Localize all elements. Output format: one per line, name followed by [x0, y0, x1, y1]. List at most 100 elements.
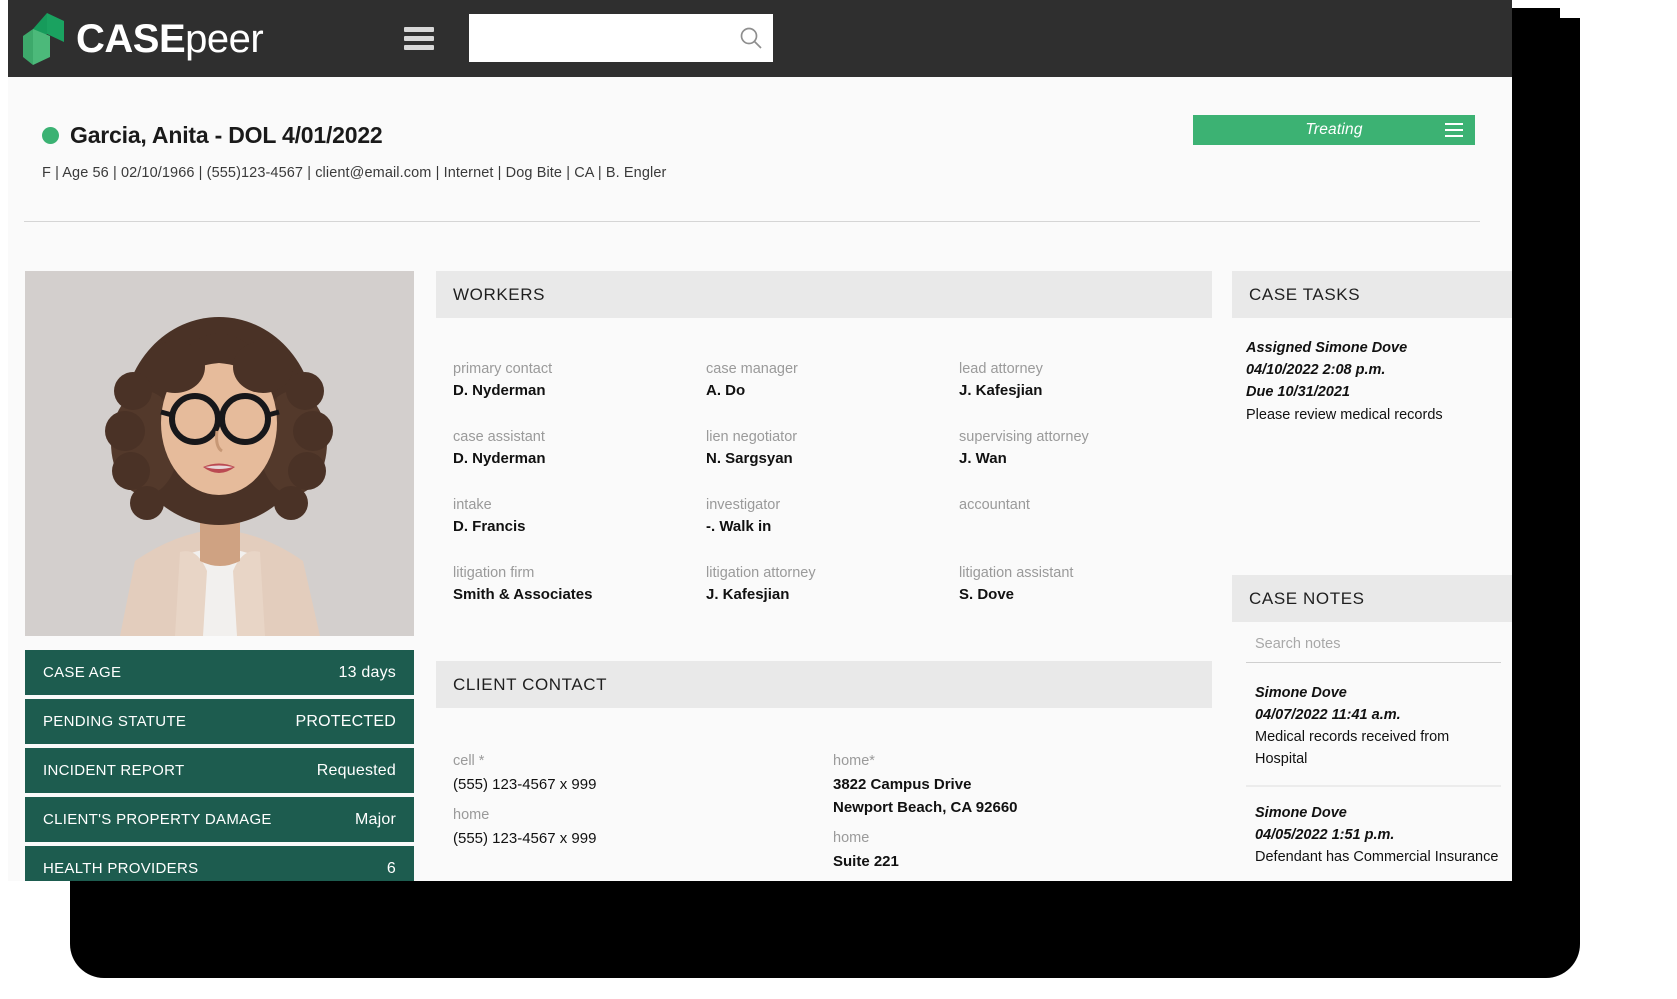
field-value: (555) 123-4567 x 999 — [453, 830, 597, 847]
search-input[interactable] — [469, 14, 729, 62]
field-label: cell * — [453, 753, 485, 769]
stat-row[interactable]: CASE AGE 13 days — [25, 650, 414, 695]
field-value: J. Wan — [959, 450, 1007, 467]
brand-name-bold: CASE — [76, 17, 186, 61]
workers-field-grid: primary contact D. Nyderman case manager… — [436, 358, 1212, 620]
page-title: Garcia, Anita - DOL 4/01/2022 — [70, 122, 383, 148]
field-value: J. Kafesjian — [959, 382, 1043, 399]
worker-field-lead-attorney: lead attorney J. Kafesjian — [959, 358, 1212, 402]
browser-window-mockup: CASEpeer Garcia, Anita - DOL 4/01/2022 F… — [0, 0, 1677, 999]
case-header: Garcia, Anita - DOL 4/01/2022 F | Age 56… — [8, 77, 1512, 222]
stat-value: PROTECTED — [295, 712, 396, 730]
stat-row[interactable]: HEALTH PROVIDERS 6 — [25, 846, 414, 881]
contact-left-column: cell * (555) 123-4567 x 999 home (555) 1… — [453, 750, 833, 881]
contact-field-home-suite: home Suite 221 — [833, 827, 1212, 873]
field-label: lead attorney — [959, 361, 1043, 377]
field-label: lien negotiator — [706, 429, 798, 445]
workers-panel: WORKERS primary contact D. Nyderman case… — [436, 271, 1212, 640]
case-notes-panel-header: CASE NOTES — [1232, 575, 1512, 622]
task-body: Please review medical records — [1246, 407, 1443, 423]
field-label: litigation assistant — [959, 565, 1074, 581]
worker-field-accountant: accountant — [959, 494, 1212, 538]
case-task-item[interactable]: Assigned Simone Dove 04/10/2022 2:08 p.m… — [1246, 337, 1501, 426]
field-value: A. Do — [706, 382, 746, 399]
case-stats-list: CASE AGE 13 days PENDING STATUTE PROTECT… — [25, 650, 414, 881]
client-contact-grid: cell * (555) 123-4567 x 999 home (555) 1… — [436, 750, 1212, 881]
field-value-line1: Suite 221 — [833, 853, 899, 870]
worker-field-primary-contact: primary contact D. Nyderman — [453, 358, 706, 402]
field-value: -. Walk in — [706, 518, 772, 535]
note-body: Medical records received from Hospital — [1255, 729, 1450, 767]
status-badge-label: Treating — [1305, 121, 1363, 138]
stat-value: Major — [354, 810, 396, 828]
field-value-line2: Newport Beach, CA 92660 — [833, 799, 1018, 816]
hamburger-menu-icon[interactable] — [404, 23, 434, 53]
stat-label: INCIDENT REPORT — [43, 762, 185, 779]
case-tasks-panel: CASE TASKS Assigned Simone Dove 04/10/20… — [1232, 271, 1512, 554]
panel-title: CASE TASKS — [1249, 284, 1361, 304]
brand-logo[interactable]: CASEpeer — [20, 12, 264, 66]
workers-panel-header: WORKERS — [436, 271, 1212, 318]
field-label: home — [833, 830, 870, 846]
field-value: Smith & Associates — [453, 586, 593, 603]
field-value: D. Nyderman — [453, 450, 546, 467]
worker-field-intake: intake D. Francis — [453, 494, 706, 538]
case-status-badge[interactable]: Treating — [1193, 115, 1475, 145]
stat-value: Requested — [316, 761, 396, 779]
stat-label: CASE AGE — [43, 664, 122, 681]
field-label: home — [453, 807, 490, 823]
brand-name: CASEpeer — [76, 12, 264, 66]
task-created: 04/10/2022 2:08 p.m. — [1246, 362, 1386, 378]
case-note-item[interactable]: Simone Dove 04/07/2022 11:41 a.m. Medica… — [1246, 682, 1501, 787]
search-icon[interactable] — [729, 14, 773, 62]
contact-field-home-phone: home (555) 123-4567 x 999 — [453, 804, 833, 850]
field-value: (555) 123-4567 x 999 — [453, 776, 597, 793]
casepeer-logo-icon — [23, 13, 64, 65]
brand-name-light: peer — [185, 17, 264, 61]
field-label: investigator — [706, 497, 781, 513]
global-search-box[interactable] — [469, 14, 773, 62]
case-status-dot-icon — [42, 127, 59, 144]
device-frame-side — [1510, 8, 1560, 888]
right-column: CASE TASKS Assigned Simone Dove 04/10/20… — [1232, 271, 1512, 881]
field-value: D. Nyderman — [453, 382, 546, 399]
panel-title: CASE NOTES — [1249, 588, 1365, 608]
left-column: CASE AGE 13 days PENDING STATUTE PROTECT… — [25, 271, 414, 881]
field-value: N. Sargsyan — [706, 450, 793, 467]
task-due: Due 10/31/2021 — [1246, 384, 1350, 400]
task-assigned: Assigned Simone Dove — [1246, 340, 1408, 356]
workers-panel-body: primary contact D. Nyderman case manager… — [436, 318, 1212, 640]
stat-label: PENDING STATUTE — [43, 713, 187, 730]
note-author: Simone Dove — [1255, 685, 1347, 701]
stat-row[interactable]: PENDING STATUTE PROTECTED — [25, 699, 414, 744]
panel-title: WORKERS — [453, 284, 546, 304]
worker-field-case-assistant: case assistant D. Nyderman — [453, 426, 706, 470]
notes-search-input[interactable] — [1246, 636, 1501, 663]
stat-label: HEALTH PROVIDERS — [43, 860, 199, 877]
field-value-line1: 3822 Campus Drive — [833, 776, 972, 793]
client-photo — [25, 271, 414, 636]
case-note-item[interactable]: Simone Dove 04/05/2022 1:51 p.m. Defenda… — [1246, 802, 1501, 881]
stat-value: 6 — [386, 859, 396, 877]
stat-value: 13 days — [338, 663, 396, 681]
status-badge-menu-icon[interactable] — [1445, 123, 1463, 137]
stat-row[interactable]: CLIENT'S PROPERTY DAMAGE Major — [25, 797, 414, 842]
note-body: Defendant has Commercial Insurance — [1255, 849, 1499, 865]
note-author: Simone Dove — [1255, 805, 1347, 821]
case-tasks-panel-body: Assigned Simone Dove 04/10/2022 2:08 p.m… — [1232, 318, 1512, 554]
main-content: CASE AGE 13 days PENDING STATUTE PROTECT… — [8, 222, 1512, 881]
client-portrait-illustration — [25, 271, 414, 636]
case-notes-panel: CASE NOTES Simone Dove 04/07/2022 11:41 … — [1232, 575, 1512, 881]
note-timestamp: 04/05/2022 1:51 p.m. — [1255, 827, 1395, 843]
field-label: litigation attorney — [706, 565, 816, 581]
field-label: case assistant — [453, 429, 545, 445]
field-label: primary contact — [453, 361, 553, 377]
worker-field-case-manager: case manager A. Do — [706, 358, 959, 402]
hamburger-bar — [404, 26, 434, 32]
stat-row[interactable]: INCIDENT REPORT Requested — [25, 748, 414, 793]
hamburger-bar — [1445, 129, 1463, 131]
worker-field-supervising-attorney: supervising attorney J. Wan — [959, 426, 1212, 470]
hamburger-bar — [1445, 123, 1463, 125]
worker-field-litigation-assistant: litigation assistant S. Dove — [959, 562, 1212, 606]
top-navigation-bar: CASEpeer — [8, 0, 1512, 77]
